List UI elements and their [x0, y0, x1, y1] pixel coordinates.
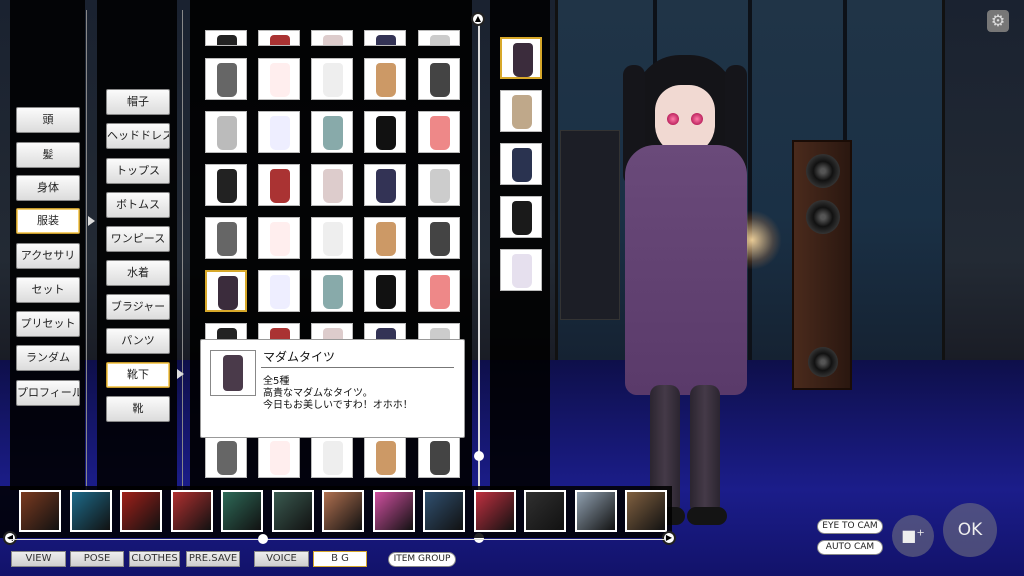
- item-tooltip: マダムタイツ 全5種 高貴なマダムなタイツ。 今日もお美しいですわ！オホホ！: [200, 339, 465, 438]
- item-thumbnail[interactable]: [258, 217, 300, 259]
- variant-swatch-1[interactable]: [500, 90, 542, 132]
- subcategory-6[interactable]: ブラジャー: [106, 294, 170, 320]
- background-thumbnail[interactable]: [524, 490, 566, 532]
- subcategory-2[interactable]: トップス: [106, 158, 170, 184]
- item-thumbnail[interactable]: [205, 58, 247, 100]
- item-thumbnail[interactable]: [311, 270, 353, 312]
- item-thumbnail[interactable]: [205, 30, 247, 46]
- category-3[interactable]: 服装: [16, 208, 80, 234]
- subcategory-pointer-icon: [177, 369, 184, 379]
- scene-shelf: [560, 130, 620, 320]
- character-model[interactable]: [615, 55, 755, 525]
- background-thumbnail[interactable]: [423, 490, 465, 532]
- item-thumbnail[interactable]: [418, 164, 460, 206]
- item-thumbnail[interactable]: [205, 436, 247, 478]
- item-thumbnail[interactable]: [258, 164, 300, 206]
- bottom-tab-voice[interactable]: VOICE: [254, 551, 309, 567]
- item-group-button[interactable]: ITEM GROUP: [388, 552, 456, 567]
- background-thumbnail[interactable]: [19, 490, 61, 532]
- bottom-tab-pose[interactable]: POSE: [70, 551, 124, 567]
- item-thumbnail[interactable]: [258, 436, 300, 478]
- bg-strip-scroll-thumb[interactable]: [258, 534, 268, 544]
- item-thumbnail[interactable]: [311, 58, 353, 100]
- category-2[interactable]: 身体: [16, 175, 80, 201]
- item-thumbnail[interactable]: [418, 58, 460, 100]
- item-thumbnail[interactable]: [418, 436, 460, 478]
- category-7[interactable]: ランダム: [16, 345, 80, 371]
- item-thumbnail[interactable]: [364, 111, 406, 153]
- item-thumbnail[interactable]: [205, 217, 247, 259]
- item-thumbnail[interactable]: [364, 436, 406, 478]
- variant-swatch-3[interactable]: [500, 196, 542, 238]
- background-thumbnail[interactable]: [574, 490, 617, 532]
- variant-swatch-2[interactable]: [500, 143, 542, 185]
- subcategory-4[interactable]: ワンピース: [106, 226, 170, 252]
- tooltip-item-icon: [210, 350, 256, 396]
- item-thumbnail[interactable]: [258, 270, 300, 312]
- scroll-up-icon[interactable]: ▲: [471, 12, 485, 26]
- item-thumbnail[interactable]: [311, 436, 353, 478]
- subcategory-9[interactable]: 靴: [106, 396, 170, 422]
- background-thumbnail[interactable]: [221, 490, 263, 532]
- item-thumbnail[interactable]: [418, 30, 460, 46]
- item-thumbnail[interactable]: [364, 217, 406, 259]
- video-camera-icon[interactable]: ■⁺: [892, 515, 934, 557]
- tooltip-title: マダムタイツ: [263, 350, 336, 364]
- item-thumbnail[interactable]: [418, 111, 460, 153]
- category-pointer-icon: [88, 216, 95, 226]
- subcategory-5[interactable]: 水着: [106, 260, 170, 286]
- scroll-thumb[interactable]: [474, 451, 484, 461]
- category-1[interactable]: 髪: [16, 142, 80, 168]
- background-thumbnail[interactable]: [625, 490, 667, 532]
- item-thumbnail[interactable]: [364, 270, 406, 312]
- bottom-tab-view[interactable]: VIEW: [11, 551, 66, 567]
- item-thumbnail[interactable]: [205, 270, 247, 312]
- bottom-tab-presave[interactable]: PRE.SAVE: [186, 551, 240, 567]
- item-thumbnail[interactable]: [418, 270, 460, 312]
- variant-swatch-4[interactable]: [500, 249, 542, 291]
- scene-speaker: [792, 140, 852, 390]
- chevron-left-icon[interactable]: ◀: [3, 531, 17, 545]
- eye-to-cam-button[interactable]: EYE TO CAM: [817, 519, 883, 534]
- item-thumbnail[interactable]: [311, 164, 353, 206]
- item-thumbnail[interactable]: [258, 30, 300, 46]
- subcategory-1[interactable]: ヘッドドレス: [106, 123, 170, 149]
- subcategory-8[interactable]: 靴下: [106, 362, 170, 388]
- subcategory-0[interactable]: 帽子: [106, 89, 170, 115]
- item-thumbnail[interactable]: [418, 217, 460, 259]
- item-thumbnail[interactable]: [364, 30, 406, 46]
- background-thumbnail[interactable]: [120, 490, 162, 532]
- chevron-right-icon[interactable]: ▶: [662, 531, 676, 545]
- bottom-tab-clothes[interactable]: CLOTHES: [129, 551, 180, 567]
- background-thumbnail[interactable]: [322, 490, 364, 532]
- auto-cam-button[interactable]: AUTO CAM: [817, 540, 883, 555]
- item-thumbnail[interactable]: [364, 58, 406, 100]
- item-thumbnail[interactable]: [205, 111, 247, 153]
- item-thumbnail[interactable]: [258, 58, 300, 100]
- item-thumbnail[interactable]: [364, 164, 406, 206]
- item-thumbnail[interactable]: [205, 164, 247, 206]
- background-thumbnail[interactable]: [69, 490, 112, 532]
- item-thumbnail[interactable]: [311, 111, 353, 153]
- subcategory-7[interactable]: パンツ: [106, 328, 170, 354]
- item-thumbnail[interactable]: [311, 217, 353, 259]
- category-5[interactable]: セット: [16, 277, 80, 303]
- item-thumbnail[interactable]: [311, 30, 353, 46]
- background-thumbnail[interactable]: [473, 490, 516, 532]
- variant-swatch-0[interactable]: [500, 37, 542, 79]
- category-0[interactable]: 頭: [16, 107, 80, 133]
- subcategory-3[interactable]: ボトムス: [106, 192, 170, 218]
- ok-button[interactable]: OK: [943, 503, 997, 557]
- background-thumbnail[interactable]: [170, 490, 213, 532]
- background-thumbnail[interactable]: [271, 490, 314, 532]
- background-thumbnail[interactable]: [372, 490, 415, 532]
- category-8[interactable]: プロフィール: [16, 380, 80, 406]
- tooltip-line-3: 今日もお美しいですわ！オホホ！: [263, 400, 413, 411]
- category-6[interactable]: プリセット: [16, 311, 80, 337]
- category-4[interactable]: アクセサリ: [16, 243, 80, 269]
- bottom-tab-bg[interactable]: B G: [313, 551, 367, 567]
- item-thumbnail[interactable]: [258, 111, 300, 153]
- gear-icon[interactable]: ⚙: [987, 10, 1009, 32]
